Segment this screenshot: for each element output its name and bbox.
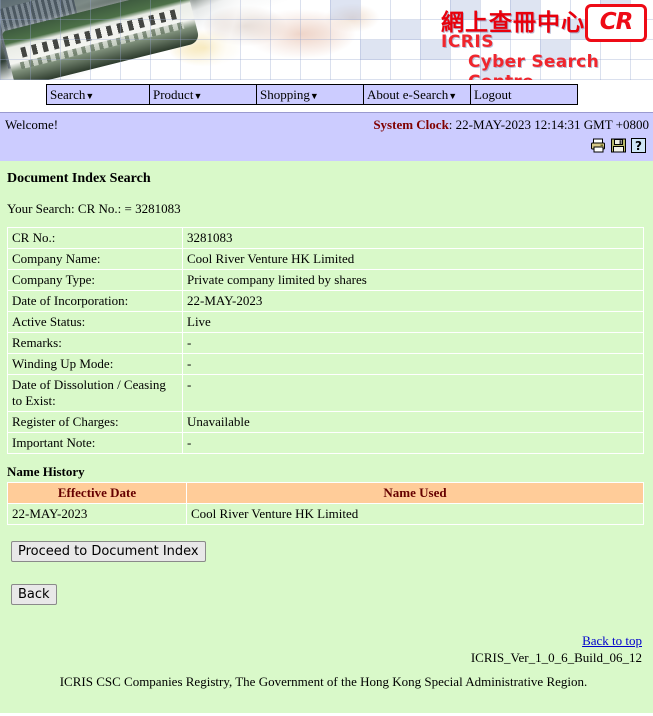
name-history-title: Name History — [7, 464, 85, 479]
chevron-down-icon: ▼ — [448, 90, 458, 101]
your-search-summary: Your Search: CR No.: = 3281083 — [7, 201, 181, 216]
system-clock-label: System Clock — [373, 117, 449, 132]
nav-label-product: Product — [153, 86, 194, 102]
logo-cyber-search-centre-text: Cyber Search Centre — [468, 52, 599, 80]
name-history-table: Effective Date Name Used 22-MAY-2023 Coo… — [7, 482, 644, 525]
detail-value-remarks: - — [182, 332, 644, 354]
table-row: Important Note: - — [7, 432, 644, 454]
cell-effective-date: 22-MAY-2023 — [7, 503, 187, 525]
detail-label-cr-no: CR No.: — [7, 227, 183, 249]
printer-icon[interactable] — [590, 137, 607, 154]
nav-label-search: Search — [50, 86, 86, 102]
detail-value-company-type: Private company limited by shares — [182, 269, 644, 291]
back-to-top-link[interactable]: Back to top — [5, 633, 642, 649]
cr-logo-icon: CR — [585, 4, 647, 42]
nav-label-about-e-search: About e-Search — [367, 86, 449, 102]
icris-logo: 網上查冊中心 ICRIS Cyber Search Centre CR — [413, 2, 649, 80]
detail-label-company-name: Company Name: — [7, 248, 183, 270]
table-row: Winding Up Mode: - — [7, 353, 644, 375]
chevron-down-icon: ▼ — [85, 90, 95, 101]
detail-value-important-note: - — [182, 432, 644, 454]
detail-label-important-note: Important Note: — [7, 432, 183, 454]
page-footer: Back to top ICRIS_Ver_1_0_6_Build_06_12 … — [5, 633, 648, 690]
table-row: Date of Incorporation: 22-MAY-2023 — [7, 290, 644, 312]
detail-label-winding-up-mode: Winding Up Mode: — [7, 353, 183, 375]
detail-label-date-of-dissolution: Date of Dissolution / Ceasing to Exist: — [7, 374, 183, 412]
site-banner: 網上查冊中心 ICRIS Cyber Search Centre CR — [0, 0, 653, 80]
company-details-table: CR No.: 3281083 Company Name: Cool River… — [7, 227, 644, 454]
table-row: Active Status: Live — [7, 311, 644, 333]
proceed-button-row: Proceed to Document Index — [11, 541, 648, 562]
table-row: Company Name: Cool River Venture HK Limi… — [7, 248, 644, 270]
table-row: Date of Dissolution / Ceasing to Exist: … — [7, 374, 644, 412]
svg-text:?: ? — [635, 139, 642, 153]
column-header-effective-date: Effective Date — [7, 482, 187, 504]
cell-name-used: Cool River Venture HK Limited — [186, 503, 644, 525]
proceed-to-document-index-button[interactable]: Proceed to Document Index — [11, 541, 206, 562]
detail-value-date-of-dissolution: - — [182, 374, 644, 412]
table-row: CR No.: 3281083 — [7, 227, 644, 249]
system-clock-sep: : — [448, 117, 456, 132]
detail-label-register-of-charges: Register of Charges: — [7, 411, 183, 433]
detail-label-active-status: Active Status: — [7, 311, 183, 333]
company-details-body: CR No.: 3281083 Company Name: Cool River… — [7, 227, 644, 454]
version-label: ICRIS_Ver_1_0_6_Build_06_12 — [470, 650, 642, 665]
detail-value-cr-no: 3281083 — [182, 227, 644, 249]
back-button-row: Back — [11, 584, 648, 605]
detail-value-company-name: Cool River Venture HK Limited — [182, 248, 644, 270]
toolbar-icons: ? — [590, 137, 647, 154]
back-button[interactable]: Back — [11, 584, 57, 605]
detail-label-company-type: Company Type: — [7, 269, 183, 291]
system-clock-value: 22-MAY-2023 12:14:31 GMT +0800 — [455, 117, 649, 132]
nav-item-search[interactable]: Search▼ — [46, 84, 150, 105]
nav-table: Search▼ Product▼ Shopping▼ About e-Searc… — [46, 84, 578, 105]
status-bar: Welcome! System Clock: 22-MAY-2023 12:14… — [0, 112, 653, 161]
nav-item-shopping[interactable]: Shopping▼ — [256, 84, 364, 105]
name-history-head: Effective Date Name Used — [7, 482, 644, 504]
table-header-row: Effective Date Name Used — [7, 482, 644, 504]
page-title: Document Index Search — [7, 171, 151, 186]
detail-label-remarks: Remarks: — [7, 332, 183, 354]
detail-label-date-of-dissolution-text: Date of Dissolution / Ceasing to Exist: — [12, 377, 166, 408]
nav-item-logout[interactable]: Logout — [470, 84, 578, 105]
detail-value-active-status: Live — [182, 311, 644, 333]
help-icon[interactable]: ? — [630, 137, 647, 154]
logo-icris-text: ICRIS — [441, 32, 494, 52]
nav-label-shopping: Shopping — [260, 86, 310, 102]
copyright-text: ICRIS CSC Companies Registry, The Govern… — [59, 674, 588, 689]
table-row: 22-MAY-2023 Cool River Venture HK Limite… — [7, 503, 644, 525]
chevron-down-icon: ▼ — [309, 90, 319, 101]
save-icon[interactable] — [610, 137, 627, 154]
column-header-name-used: Name Used — [186, 482, 644, 504]
table-row: Remarks: - — [7, 332, 644, 354]
system-clock: System Clock: 22-MAY-2023 12:14:31 GMT +… — [373, 117, 649, 133]
detail-value-register-of-charges: Unavailable — [182, 411, 644, 433]
welcome-message: Welcome! — [5, 117, 59, 132]
main-content: Document Index Search Your Search: CR No… — [0, 161, 653, 713]
table-row: Company Type: Private company limited by… — [7, 269, 644, 291]
nav-item-about-e-search[interactable]: About e-Search▼ — [363, 84, 471, 105]
chevron-down-icon: ▼ — [193, 90, 203, 101]
main-navigation: Search▼ Product▼ Shopping▼ About e-Searc… — [0, 80, 653, 112]
detail-label-date-of-incorporation: Date of Incorporation: — [7, 290, 183, 312]
nav-item-product[interactable]: Product▼ — [149, 84, 257, 105]
nav-label-logout: Logout — [474, 86, 512, 102]
name-history-body: 22-MAY-2023 Cool River Venture HK Limite… — [7, 503, 644, 525]
detail-value-winding-up-mode: - — [182, 353, 644, 375]
table-row: Register of Charges: Unavailable — [7, 411, 644, 433]
detail-value-date-of-incorporation: 22-MAY-2023 — [182, 290, 644, 312]
